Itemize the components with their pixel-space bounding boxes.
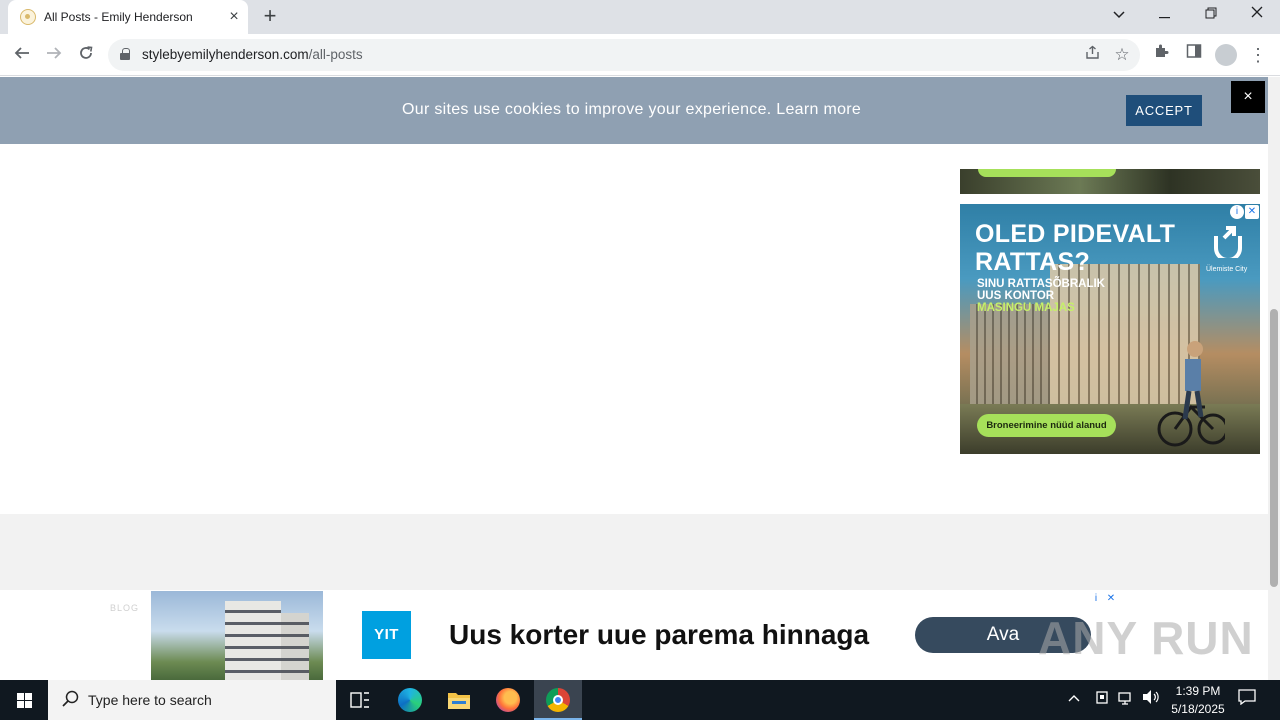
ad-banner-partial[interactable] bbox=[960, 169, 1260, 194]
address-bar[interactable]: stylebyemilyhenderson.com/all-posts ☆ bbox=[108, 39, 1140, 71]
tab-search-chevron-icon[interactable] bbox=[1096, 0, 1142, 30]
anyrun-watermark: ANY RUN bbox=[1038, 612, 1254, 664]
new-tab-button[interactable]: + bbox=[258, 5, 282, 29]
volume-icon[interactable] bbox=[1142, 689, 1160, 708]
adchoices-info-icon[interactable]: i bbox=[1089, 592, 1103, 606]
adchoices-info-icon[interactable]: i bbox=[1230, 205, 1244, 219]
side-panel-icon[interactable] bbox=[1182, 43, 1206, 67]
url-text[interactable]: stylebyemilyhenderson.com/all-posts bbox=[142, 47, 363, 62]
ad-subline: SINU RATTASÕBRALIK bbox=[977, 278, 1105, 290]
side-ad-banner[interactable]: OLED PIDEVALT RATTAS? SINU RATTASÕBRALIK… bbox=[960, 204, 1260, 454]
tray-overflow-chevron-icon[interactable] bbox=[1068, 690, 1080, 705]
page-viewport: Our sites use cookies to improve your ex… bbox=[0, 77, 1280, 680]
ad-cyclist-image bbox=[1157, 341, 1225, 447]
ad-cta-button[interactable]: Broneerimine nüüd alanud bbox=[977, 414, 1116, 437]
reload-icon[interactable] bbox=[72, 41, 100, 69]
browser-menu-icon[interactable]: ⋮ bbox=[1246, 43, 1270, 67]
site-favicon-icon bbox=[20, 9, 36, 25]
taskbar-search-box[interactable]: Type here to search bbox=[48, 680, 336, 720]
ad-brand-name: Ülemiste City bbox=[1206, 266, 1248, 273]
network-icon[interactable] bbox=[1118, 690, 1134, 709]
edge-browser-icon[interactable] bbox=[386, 680, 434, 720]
cookie-banner: Our sites use cookies to improve your ex… bbox=[0, 77, 1268, 144]
yit-logo: YIT bbox=[362, 611, 411, 659]
share-icon[interactable] bbox=[1082, 45, 1102, 65]
clock-time[interactable]: 1:39 PM bbox=[1174, 684, 1222, 698]
ulemiste-city-logo-icon bbox=[1214, 226, 1242, 258]
browser-toolbar: stylebyemilyhenderson.com/all-posts ☆ ⋮ bbox=[0, 34, 1280, 76]
restore-button[interactable] bbox=[1188, 0, 1234, 30]
task-view-icon[interactable] bbox=[336, 680, 384, 720]
ad-close-icon[interactable]: ✕ bbox=[1104, 592, 1118, 606]
chrome-icon[interactable] bbox=[534, 680, 582, 720]
footer-blog-link[interactable]: BLOG bbox=[110, 603, 139, 613]
bottom-ad-banner[interactable]: YIT Uus korter uue parema hinnaga Ava bbox=[151, 591, 1119, 680]
forward-arrow-icon[interactable] bbox=[40, 41, 68, 69]
cookie-message[interactable]: Our sites use cookies to improve your ex… bbox=[402, 101, 861, 119]
browser-tab[interactable]: All Posts - Emily Henderson × bbox=[8, 0, 248, 34]
page-footer bbox=[0, 514, 1268, 590]
ad-headline: OLED PIDEVALT bbox=[975, 220, 1176, 248]
bookmark-star-icon[interactable]: ☆ bbox=[1112, 45, 1132, 65]
cookie-close-button[interactable]: × bbox=[1231, 81, 1265, 113]
tab-close-icon[interactable]: × bbox=[224, 7, 244, 27]
notification-center-icon[interactable] bbox=[1237, 689, 1257, 709]
windows-start-icon[interactable] bbox=[0, 680, 48, 720]
ad-close-icon[interactable]: ✕ bbox=[1245, 205, 1259, 219]
search-icon bbox=[62, 690, 80, 708]
ad-headline: RATTAS? bbox=[975, 248, 1091, 276]
ad-subline-highlight: MASINGU MAJAS bbox=[977, 302, 1075, 314]
clock-date[interactable]: 5/18/2025 bbox=[1166, 702, 1230, 716]
firefox-icon[interactable] bbox=[484, 680, 532, 720]
cookie-accept-button[interactable]: ACCEPT bbox=[1126, 95, 1202, 126]
scrollbar-thumb[interactable] bbox=[1270, 309, 1278, 587]
file-explorer-icon[interactable] bbox=[435, 680, 483, 720]
extensions-puzzle-icon[interactable] bbox=[1150, 43, 1174, 67]
tab-title: All Posts - Emily Henderson bbox=[44, 10, 193, 24]
bottom-ad-headline: Uus korter uue parema hinnaga bbox=[449, 619, 870, 650]
tab-strip: All Posts - Emily Henderson × + bbox=[0, 0, 1280, 34]
ad-subline: UUS KONTOR bbox=[977, 290, 1055, 302]
search-placeholder: Type here to search bbox=[88, 692, 212, 708]
windows-taskbar: Type here to search 1:39 PM 5/18/2025 bbox=[0, 680, 1280, 720]
back-arrow-icon[interactable] bbox=[8, 41, 36, 69]
profile-avatar-icon[interactable] bbox=[1214, 43, 1238, 67]
window-close-button[interactable] bbox=[1234, 0, 1280, 30]
apartment-building-photo bbox=[151, 591, 323, 680]
lock-icon[interactable] bbox=[120, 48, 130, 60]
tray-device-icon[interactable] bbox=[1095, 690, 1109, 709]
minimize-button[interactable] bbox=[1142, 0, 1188, 30]
page-scrollbar[interactable] bbox=[1268, 77, 1280, 680]
